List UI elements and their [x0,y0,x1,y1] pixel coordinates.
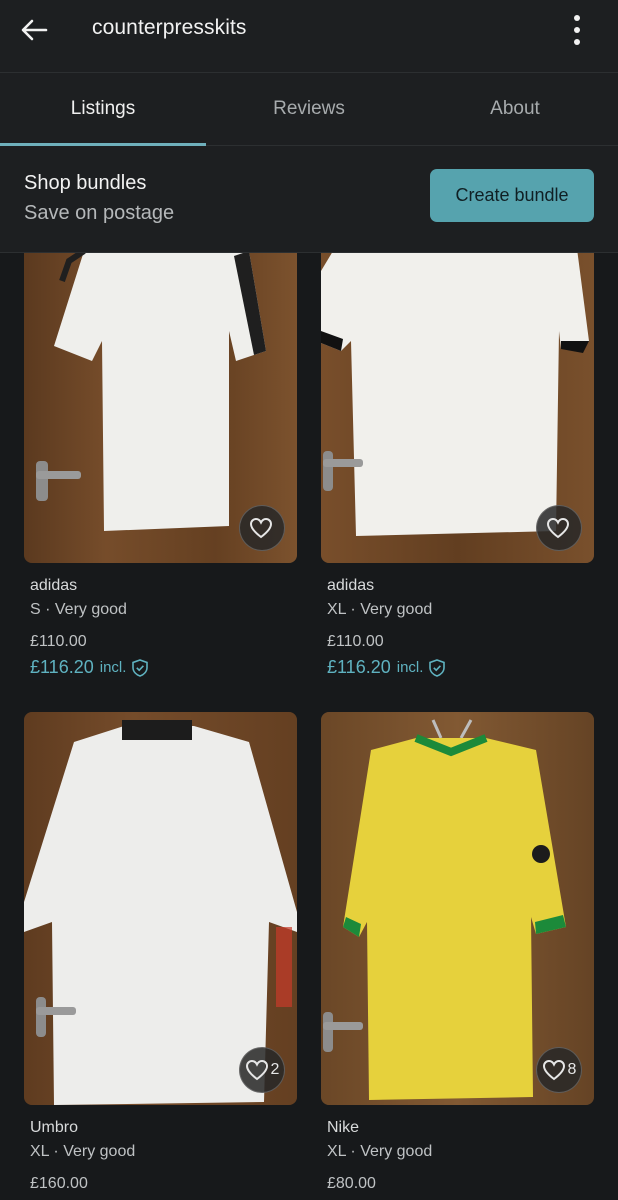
listing-card[interactable]: 2 Umbro XL · Very good £160.00 [24,712,297,1193]
listing-brand: adidas [30,577,78,594]
buyer-protection-price[interactable]: £116.20 incl. [30,657,297,678]
listing-card[interactable]: 8 Nike XL · Very good £80.00 [321,712,594,1193]
more-options-button[interactable] [556,10,598,50]
favourite-button[interactable]: 8 [536,1047,582,1093]
shield-check-icon [132,658,149,677]
listing-size-condition: XL · Very good [327,1143,433,1160]
listing-size-condition: S · Very good [30,601,127,618]
favourite-count: 2 [270,1061,280,1078]
shirt-image [321,712,594,1105]
listing-card[interactable]: adidas S · Very good £110.00 £116.20 inc… [24,253,297,678]
heart-icon [546,517,570,539]
incl-label: incl. [99,659,127,676]
tab-about[interactable]: About [412,73,618,145]
listing-price: £110.00 [327,633,384,650]
favourite-button[interactable] [536,505,582,551]
create-bundle-button[interactable]: Create bundle [430,169,594,222]
favourite-count: 8 [567,1061,577,1078]
back-arrow-icon [21,19,48,41]
heart-icon [542,1059,565,1081]
listing-photo[interactable] [24,253,297,563]
top-bar: counterpresskits [0,0,618,73]
listing-brand: Umbro [30,1119,79,1136]
buyer-protection-price[interactable]: £116.20 incl. [327,657,594,678]
listing-brand: adidas [327,577,375,594]
favourite-button[interactable] [239,505,285,551]
listing-size-condition: XL · Very good [30,1143,136,1160]
listing-brand: Nike [327,1119,360,1136]
page-title: counterpresskits [92,16,247,39]
listing-size-condition: XL · Very good [327,601,433,618]
tab-bar: Listings Reviews About [0,73,618,146]
listing-price: £80.00 [327,1175,376,1192]
price-incl-value: £116.20 [30,657,94,677]
favourite-button[interactable]: 2 [239,1047,285,1093]
bundle-title: Shop bundles [24,172,147,194]
heart-icon [249,517,273,539]
listing-photo[interactable]: 2 [24,712,297,1105]
listing-photo[interactable]: 8 [321,712,594,1105]
heart-icon [245,1059,268,1081]
tab-listings[interactable]: Listings [0,73,206,146]
listing-photo[interactable] [321,253,594,563]
shield-check-icon [429,658,446,677]
listing-price: £160.00 [30,1175,88,1192]
price-incl-value: £116.20 [327,657,391,677]
incl-label: incl. [396,659,424,676]
shop-bundles-banner: Shop bundles Save on postage Create bund… [0,146,618,253]
listing-price: £110.00 [30,633,87,650]
more-vertical-icon [574,15,580,45]
shirt-image [24,712,297,1105]
bundle-subtitle: Save on postage [24,202,175,224]
listings-grid: adidas S · Very good £110.00 £116.20 inc… [0,253,618,1200]
tab-reviews[interactable]: Reviews [206,73,412,145]
listing-card[interactable]: adidas XL · Very good £110.00 £116.20 in… [321,253,594,678]
back-button[interactable] [12,12,56,48]
